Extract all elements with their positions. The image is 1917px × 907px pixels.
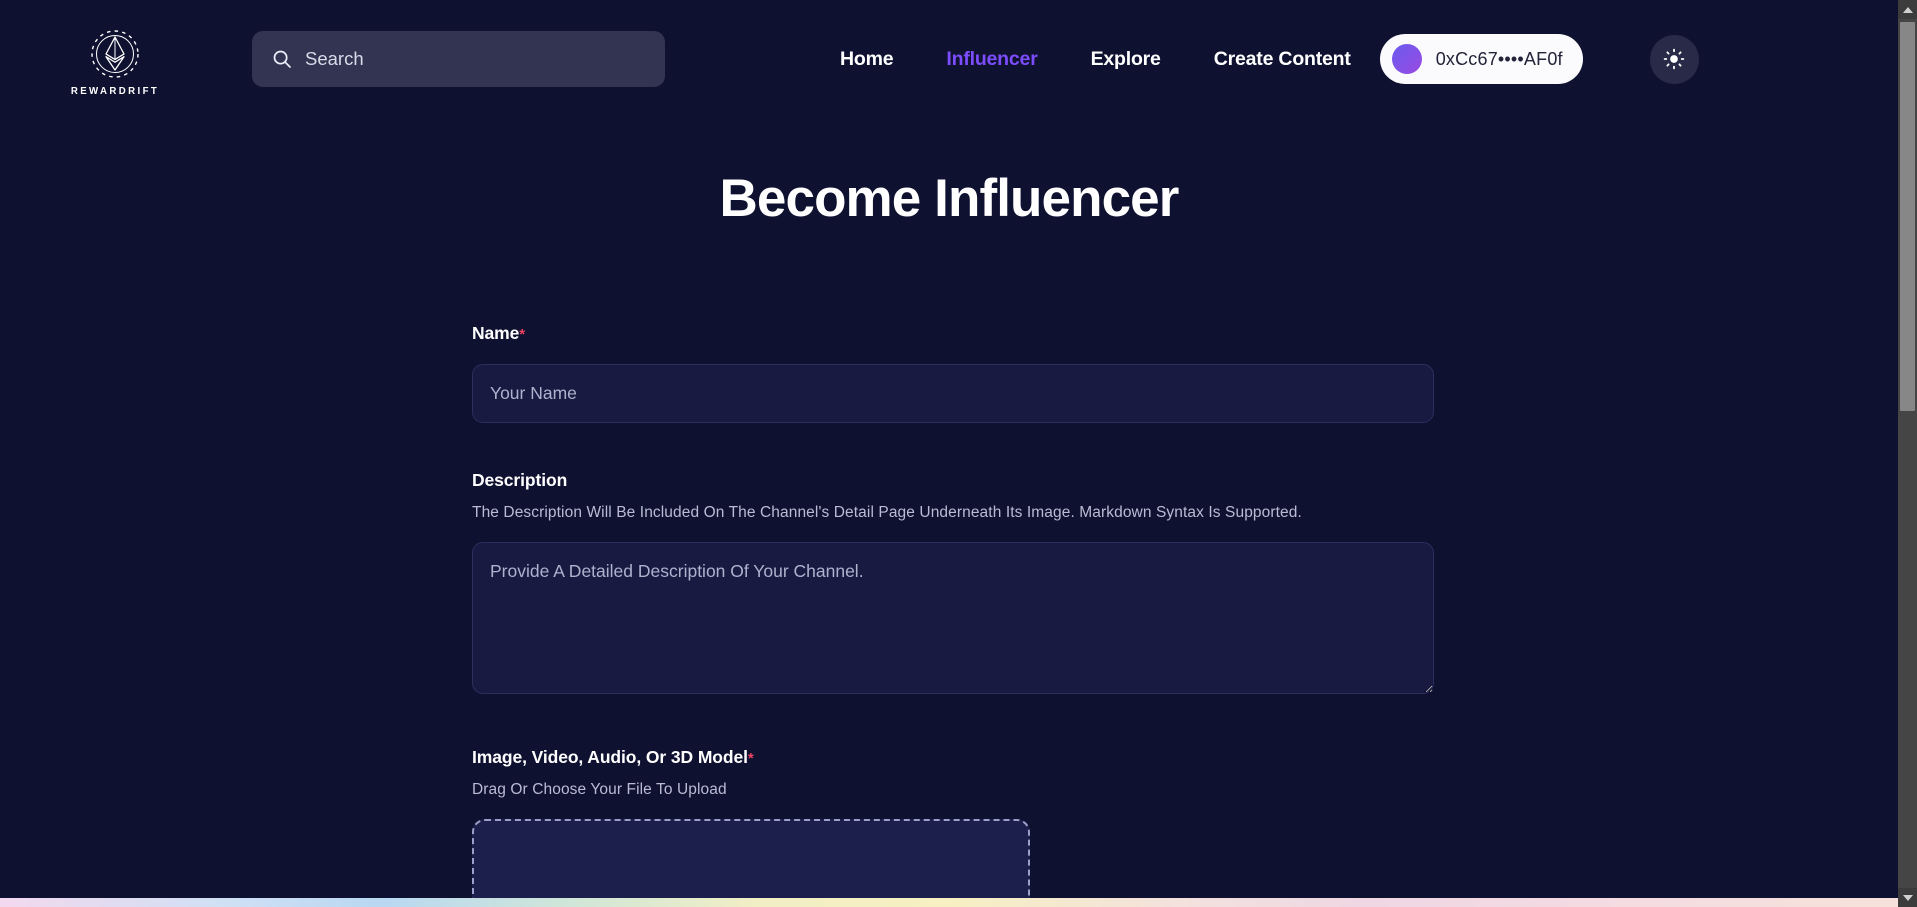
- nav-link-home[interactable]: Home: [840, 48, 894, 71]
- page-scrollbar[interactable]: [1898, 0, 1917, 907]
- search-icon: [273, 50, 291, 68]
- field-description: Description The Description Will Be Incl…: [472, 470, 1434, 694]
- chevron-up-icon: [1902, 6, 1913, 13]
- media-required-marker: *: [747, 750, 754, 767]
- nav-link-create-content[interactable]: Create Content: [1214, 48, 1351, 71]
- field-name: Name*: [472, 323, 1434, 423]
- scrollbar-up-button[interactable]: [1898, 0, 1917, 19]
- scrollbar-down-button[interactable]: [1898, 888, 1917, 907]
- sun-icon: [1663, 48, 1685, 70]
- nav-link-explore[interactable]: Explore: [1091, 48, 1161, 71]
- main-content: Become Influencer Name* Description The …: [0, 168, 1898, 907]
- search-input[interactable]: [305, 48, 645, 70]
- description-textarea[interactable]: [472, 542, 1434, 694]
- page-viewport: REWARDRIFT Home Influencer Explore Creat…: [0, 0, 1898, 907]
- wallet-avatar-icon: [1391, 44, 1422, 74]
- field-media: Image, Video, Audio, Or 3D Model* Drag O…: [472, 747, 1430, 907]
- page-title: Become Influencer: [719, 169, 1180, 228]
- name-required-marker: *: [519, 326, 526, 343]
- description-label: Description: [472, 470, 568, 490]
- name-label: Name*: [472, 323, 1430, 344]
- media-label: Image, Video, Audio, Or 3D Model*: [472, 747, 1430, 768]
- site-header: REWARDRIFT Home Influencer Explore Creat…: [0, 0, 1898, 118]
- nav-link-influencer[interactable]: Influencer: [946, 48, 1037, 71]
- theme-toggle-button[interactable]: [1649, 34, 1699, 84]
- media-label-text: Image, Video, Audio, Or 3D Model: [472, 747, 748, 767]
- wallet-address: 0xCc67••••AF0f: [1435, 48, 1563, 69]
- file-dropzone[interactable]: [472, 819, 1030, 907]
- name-label-text: Name: [472, 323, 520, 343]
- scrollbar-thumb[interactable]: [1900, 22, 1915, 411]
- brand-logo[interactable]: REWARDRIFT: [0, 22, 230, 97]
- chevron-down-icon: [1902, 894, 1913, 901]
- ethereum-diamond-in-dashed-circle-icon: [91, 29, 139, 78]
- name-input[interactable]: [472, 364, 1434, 423]
- brand-name: REWARDRIFT: [70, 84, 160, 97]
- search-bar[interactable]: [252, 31, 665, 87]
- description-help-text: The Description Will Be Included On The …: [472, 504, 1302, 521]
- bottom-gradient-strip: [0, 898, 1898, 907]
- wallet-button[interactable]: 0xCc67••••AF0f: [1379, 34, 1583, 84]
- main-navigation: Home Influencer Explore Create Content: [840, 48, 1351, 71]
- become-influencer-form: Name* Description The Description Will B…: [468, 323, 1434, 907]
- media-help-text: Drag Or Choose Your File To Upload: [472, 781, 727, 798]
